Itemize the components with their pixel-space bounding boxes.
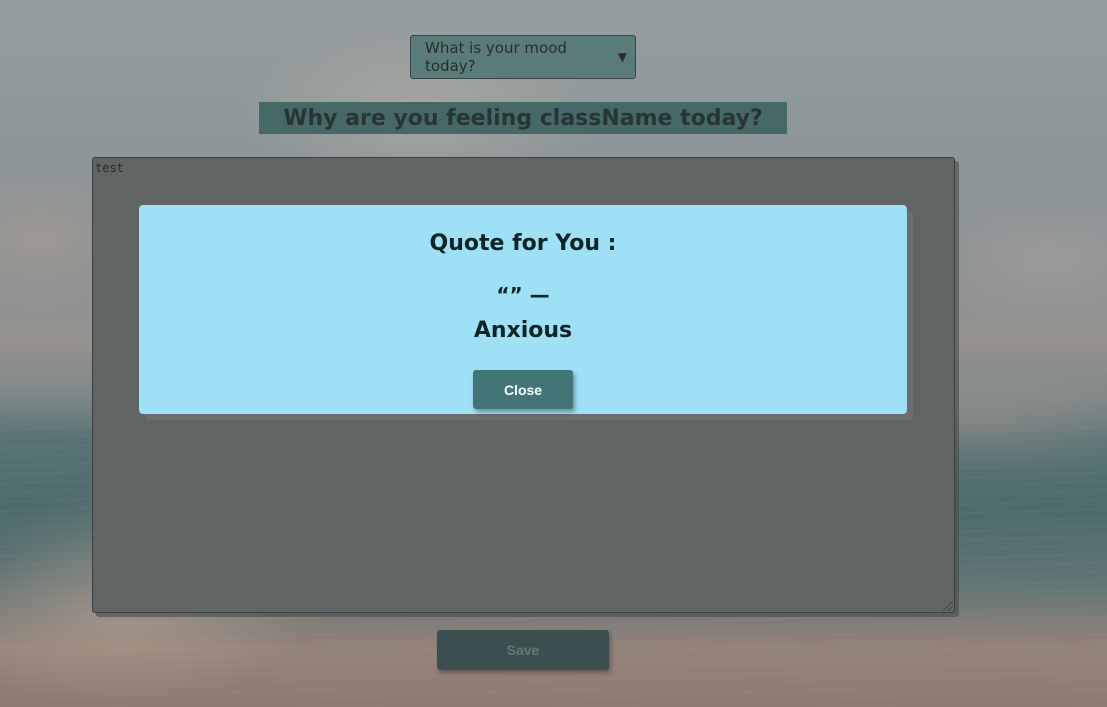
modal-title: Quote for You :	[429, 231, 617, 256]
quote-text: “” —	[496, 283, 550, 307]
close-button[interactable]: Close	[473, 370, 573, 409]
quote-modal: Quote for You : “” — Anxious Close	[139, 205, 907, 414]
quote-author: Anxious	[473, 318, 573, 343]
